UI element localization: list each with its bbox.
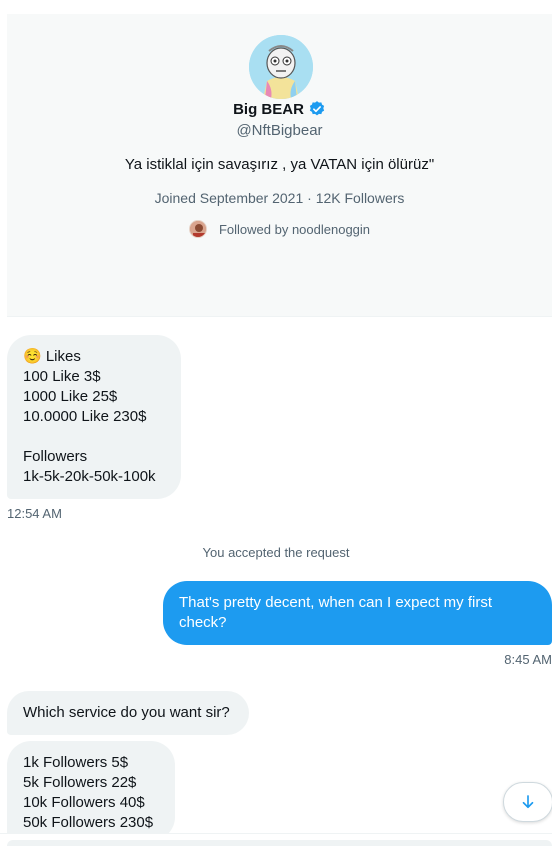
arrow-down-icon bbox=[522, 795, 534, 809]
message-line: ☺️ Likes bbox=[23, 348, 81, 365]
profile-handle: @NftBigbear bbox=[236, 122, 323, 139]
profile-bio: Ya istiklal için savaşırız , ya VATAN iç… bbox=[124, 156, 435, 173]
followed-by-text: Followed by noodlenoggin bbox=[218, 221, 371, 237]
message-line: Which service do you want sir? bbox=[23, 704, 230, 721]
composer-area bbox=[0, 833, 552, 846]
message-line: 10.0000 Like 230$ bbox=[23, 408, 147, 425]
message-bubble-services[interactable]: 1k Followers 5$ 5k Followers 22$ 10k Fol… bbox=[7, 741, 175, 841]
followed-by[interactable]: Followed by noodlenoggin bbox=[7, 220, 552, 238]
message-line: 5k Followers 22$ bbox=[23, 774, 137, 791]
message-line bbox=[23, 427, 165, 447]
profile-name[interactable]: Big BEAR bbox=[233, 101, 304, 118]
message-bubble-pricing[interactable]: ☺️ Likes 100 Like 3$ 1000 Like 25$ 10.00… bbox=[7, 335, 181, 499]
scroll-to-bottom-button[interactable] bbox=[503, 782, 552, 822]
message-line: That's pretty decent, when can I expect … bbox=[179, 594, 493, 611]
profile-card: Big BEAR @NftBigbear Ya istiklal için sa… bbox=[7, 14, 552, 317]
message-line: 1k-5k-20k-50k-100k bbox=[23, 468, 156, 485]
profile-meta: Joined September 2021 · 12K Followers bbox=[154, 190, 405, 206]
message-line: 50k Followers 230$ bbox=[23, 814, 154, 831]
message-timestamp: 8:45 AM bbox=[504, 652, 552, 667]
message-line: 1k Followers 5$ bbox=[23, 754, 129, 771]
message-line: 100 Like 3$ bbox=[23, 368, 101, 385]
message-composer[interactable] bbox=[7, 840, 552, 846]
profile-name-row: Big BEAR bbox=[7, 100, 552, 118]
message-line: 1000 Like 25$ bbox=[23, 388, 118, 405]
verified-badge-icon bbox=[309, 101, 325, 116]
message-bubble-question[interactable]: Which service do you want sir? bbox=[7, 691, 249, 735]
message-timestamp: 12:54 AM bbox=[7, 506, 62, 521]
message-line: 10k Followers 40$ bbox=[23, 794, 145, 811]
message-line: Followers bbox=[23, 448, 88, 465]
profile-avatar[interactable] bbox=[249, 35, 313, 99]
follower-avatar bbox=[188, 220, 207, 238]
message-bubble-outgoing[interactable]: That's pretty decent, when can I expect … bbox=[163, 581, 552, 645]
message-line: check? bbox=[179, 614, 227, 631]
system-message: You accepted the request bbox=[202, 545, 350, 560]
